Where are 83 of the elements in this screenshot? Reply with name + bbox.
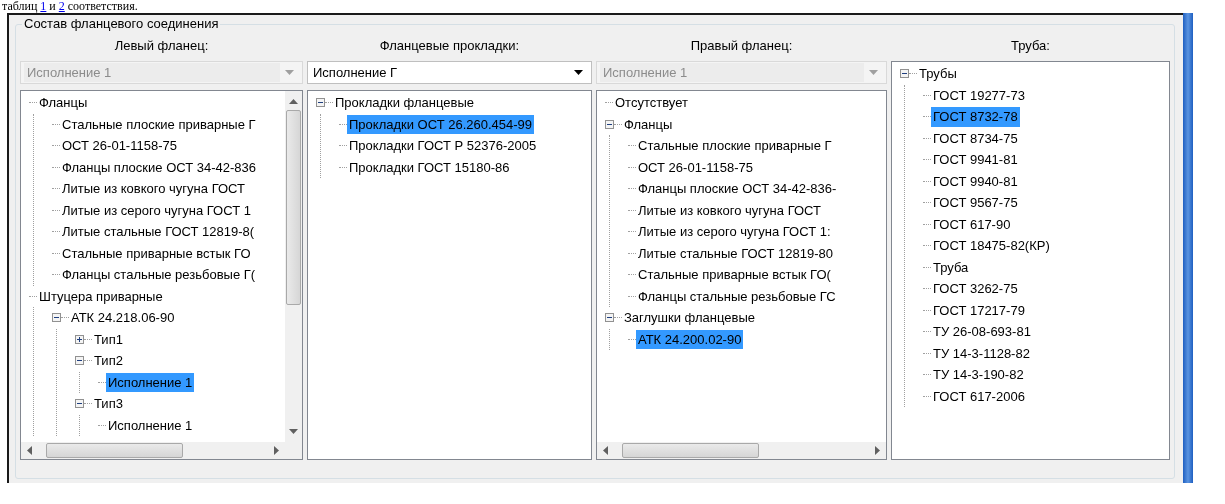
tree-item[interactable]: Фланцы (622, 114, 675, 134)
tree-item[interactable]: Исполнение 1 (106, 372, 195, 392)
tree-item[interactable]: ГОСТ 617-90 (931, 214, 1013, 234)
horizontal-scrollbar[interactable] (597, 442, 886, 459)
column-heading: Левый фланец: (113, 37, 210, 55)
tree-item[interactable]: ГОСТ 8734-75 (931, 128, 1020, 148)
dropdown-value: Исполнение Г (312, 63, 399, 82)
collapse-icon[interactable] (52, 313, 61, 323)
tree-item[interactable]: Штуцера приварные (37, 286, 165, 306)
collapse-icon[interactable] (75, 399, 84, 409)
collapse-icon[interactable] (605, 313, 614, 323)
tree-item[interactable]: Литые из ковкого чугуна ГОСТ (60, 179, 247, 199)
tree-item[interactable]: Литые из ковкого чугуна ГОСТ (636, 200, 823, 220)
tree-item[interactable]: Прокладки фланцевые (333, 93, 476, 113)
expand-icon[interactable] (75, 334, 84, 344)
tree-item[interactable]: Стальные плоские приварные Г (60, 114, 258, 134)
tree-item[interactable]: ГОСТ 9941-81 (931, 150, 1020, 170)
tree-item[interactable]: Фланцы стальные резьбовые ГС (636, 286, 838, 306)
horizontal-scrollbar[interactable] (21, 442, 285, 459)
tree-item[interactable]: Труба (931, 257, 971, 277)
tree-item[interactable]: Трубы (917, 64, 959, 84)
group-title: Состав фланцевого соединения (22, 16, 221, 32)
tree-item[interactable]: Фланцы (37, 93, 90, 113)
tree-item[interactable]: Литые стальные ГОСТ 12819-8( (60, 222, 257, 242)
scroll-right-icon[interactable] (274, 446, 279, 455)
tree-item[interactable]: Фланцы плоские ОСТ 34-42-836 (60, 157, 259, 177)
scrollbar-thumb[interactable] (622, 443, 759, 458)
tree-item[interactable]: Тип3 (92, 394, 125, 414)
tree-item[interactable]: ТУ 14-3-1128-82 (931, 343, 1032, 363)
caret-icon (574, 70, 583, 75)
scroll-down-icon[interactable] (289, 429, 298, 434)
collapse-icon[interactable] (75, 356, 84, 366)
tree-item[interactable]: Тип2 (92, 351, 125, 371)
link[interactable]: 2 (58, 0, 65, 13)
document-text: таблиц 1 и 2 соответствия. (1, 0, 139, 13)
tree-item[interactable]: Исполнение 1 (106, 415, 195, 435)
scrollbar-thumb[interactable] (286, 110, 301, 305)
dropdown-value: Исполнение 1 (600, 62, 864, 83)
tree-item[interactable]: Фланцы плоские ОСТ 34-42-836- (636, 179, 839, 199)
scroll-left-icon[interactable] (27, 446, 32, 455)
tree-item[interactable]: АТК 24.200.02-90 (636, 329, 744, 349)
tree-item[interactable]: Прокладки ГОСТ Р 52376-2005 (347, 136, 539, 156)
tree-item[interactable]: ОСТ 26-01-1158-75 (636, 157, 755, 177)
tree-item[interactable]: ТУ 14-3-190-82 (931, 365, 1026, 385)
dropdown-value: Исполнение 1 (24, 62, 280, 83)
collapse-icon[interactable] (605, 119, 614, 129)
tree-item[interactable]: Прокладки ГОСТ 15180-86 (347, 157, 512, 177)
collapse-icon[interactable] (900, 69, 909, 79)
tree-item[interactable]: ТУ 26-08-693-81 (931, 322, 1033, 342)
column-heading: Труба: (1010, 37, 1051, 55)
caret-icon (285, 70, 294, 75)
tree-item[interactable]: Заглушки фланцевые (622, 308, 758, 328)
scroll-left-icon[interactable] (603, 446, 608, 455)
dropdown[interactable]: Исполнение Г (307, 61, 592, 84)
link[interactable]: 1 (40, 0, 47, 13)
tree-item[interactable]: Отсутствует (613, 93, 690, 113)
tree-item[interactable]: Литые из серого чугуна ГОСТ 1 (60, 200, 253, 220)
tree-item[interactable]: Прокладки ОСТ 26.260.454-99 (347, 114, 535, 134)
tree-item[interactable]: Стальные плоские приварные Г (636, 136, 834, 156)
tree-item[interactable]: Стальные приварные встык ГО (60, 243, 253, 263)
caret-icon (869, 70, 878, 75)
tree-item[interactable]: ГОСТ 17217-79 (931, 300, 1027, 320)
tree-item[interactable]: Литые из серого чугуна ГОСТ 1: (636, 222, 833, 242)
scrollbar-thumb[interactable] (46, 443, 183, 458)
tree-item[interactable]: ГОСТ 18475-82(КР) (931, 236, 1052, 256)
tree-item[interactable]: ГОСТ 617-2006 (931, 386, 1027, 406)
tree-item[interactable]: Тип1 (92, 329, 125, 349)
scroll-up-icon[interactable] (289, 99, 298, 104)
tree-item[interactable]: ГОСТ 3262-75 (931, 279, 1020, 299)
tree-item[interactable]: ГОСТ 9567-75 (931, 193, 1020, 213)
tree-item[interactable]: ГОСТ 8732-78 (931, 107, 1020, 127)
tree-item[interactable]: Литые стальные ГОСТ 12819-80 (636, 243, 836, 263)
scroll-right-icon[interactable] (875, 446, 880, 455)
collapse-icon[interactable] (316, 98, 325, 108)
column-heading: Правый фланец: (689, 37, 794, 55)
tree-item[interactable]: ГОСТ 19277-73 (931, 85, 1027, 105)
tree-item[interactable]: ОСТ 26-01-1158-75 (60, 136, 179, 156)
tree-item[interactable]: Фланцы стальные резьбовые Г( (60, 265, 258, 285)
column-heading: Фланцевые прокладки: (378, 37, 521, 55)
tree-item[interactable]: Стальные приварные встык ГО( (636, 265, 833, 285)
vertical-scrollbar[interactable] (285, 91, 302, 442)
tree-item[interactable]: ГОСТ 9940-81 (931, 171, 1020, 191)
tree-item[interactable]: АТК 24.218.06-90 (69, 308, 177, 328)
